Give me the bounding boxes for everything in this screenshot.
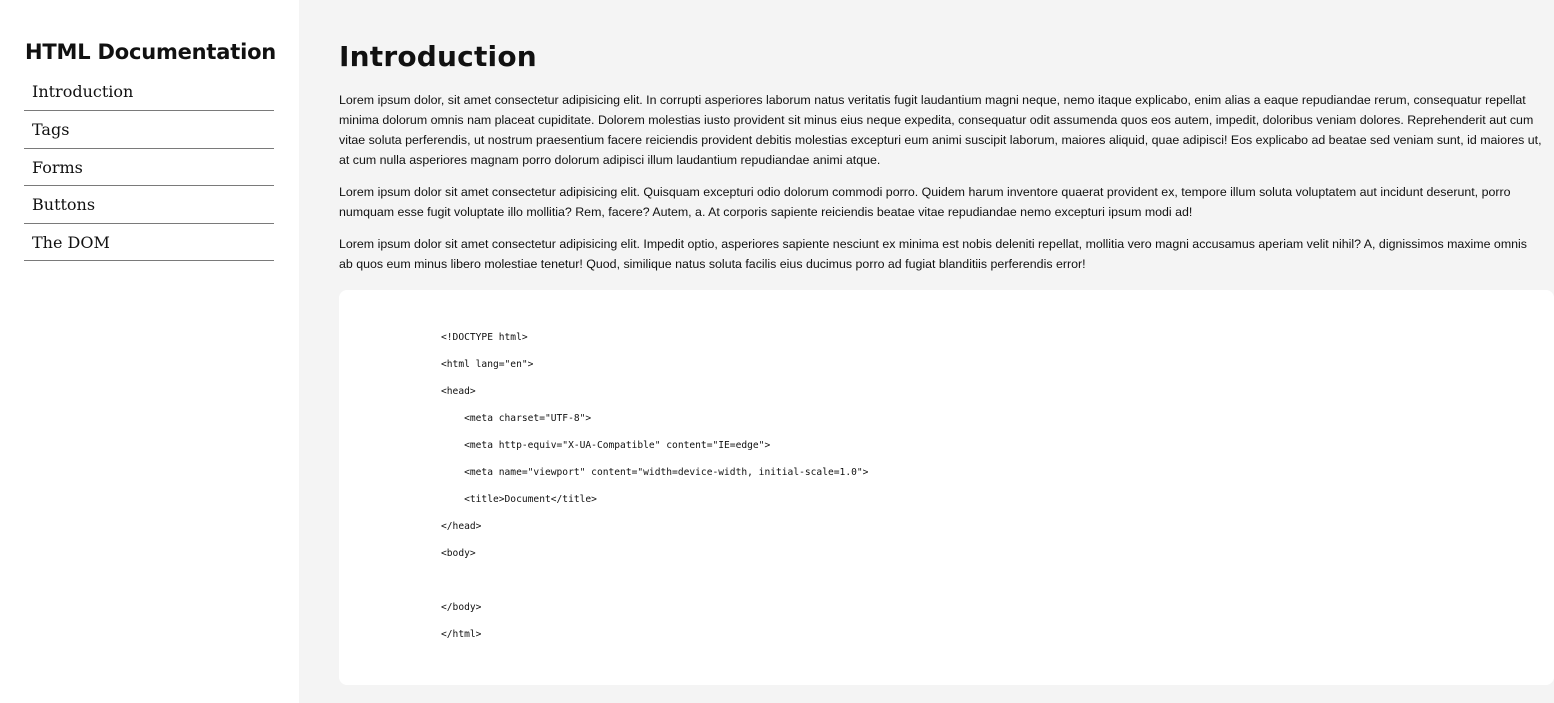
paragraph-1: Lorem ipsum dolor, sit amet consectetur … [339, 93, 1542, 167]
sidebar: HTML Documentation Introduction Tags For… [0, 0, 299, 703]
page: HTML Documentation Introduction Tags For… [0, 0, 1554, 703]
code-line: <meta name="viewport" content="width=dev… [441, 467, 869, 478]
nav-item-tags[interactable]: Tags [24, 111, 274, 149]
nav-item-buttons[interactable]: Buttons [24, 186, 274, 224]
nav-item-the-dom[interactable]: The DOM [24, 224, 274, 262]
code-line: <title>Document</title> [441, 494, 597, 505]
paragraph-3: Lorem ipsum dolor sit amet consectetur a… [339, 237, 1527, 271]
nav-item-forms[interactable]: Forms [24, 149, 274, 187]
code-line: <html lang="en"> [441, 359, 534, 370]
code-line: <head> [441, 386, 476, 397]
code-line: <!DOCTYPE html> [441, 332, 528, 343]
code-line: <body> [441, 548, 476, 559]
code-line: </html> [441, 629, 482, 640]
sidebar-title: HTML Documentation [25, 40, 277, 64]
code-block: <!DOCTYPE html> <html lang="en"> <head> … [339, 290, 1554, 685]
code-line: <meta charset="UTF-8"> [441, 413, 592, 424]
page-title: Introduction [339, 40, 537, 73]
code-line: </body> [441, 602, 482, 613]
nav-list: Introduction Tags Forms Buttons The DOM [24, 76, 274, 262]
paragraph-2: Lorem ipsum dolor sit amet consectetur a… [339, 185, 1511, 219]
code-line: </head> [441, 521, 482, 532]
nav-item-introduction[interactable]: Introduction [24, 76, 274, 111]
code-line: <meta http-equiv="X-UA-Compatible" conte… [441, 440, 771, 451]
main-content: Introduction Lorem ipsum dolor, sit amet… [299, 0, 1554, 703]
